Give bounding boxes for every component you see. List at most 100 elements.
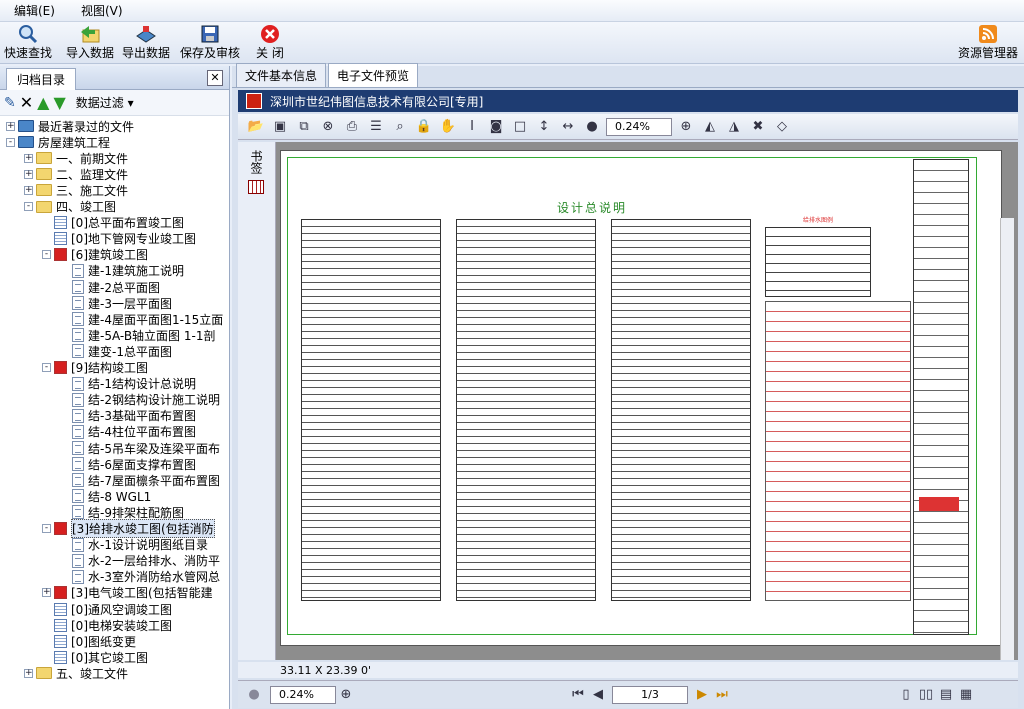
quick-search-button[interactable]: 快速查找 [4, 24, 52, 61]
tree-item[interactable]: 建-3一层平面图 [60, 295, 172, 311]
close-button[interactable]: 关 闭 [256, 24, 284, 61]
tree-item[interactable]: 建-4屋面平面图1-15立面 [60, 311, 223, 327]
expand-toggle-icon[interactable]: - [42, 363, 51, 372]
expand-toggle-icon[interactable]: - [42, 250, 51, 260]
tree-item[interactable]: [0]图纸变更 [42, 633, 136, 649]
tree-item[interactable]: 结-4柱位平面布置图 [60, 424, 196, 440]
facing-icon[interactable]: ▦ [956, 686, 976, 704]
single-page-icon[interactable]: ▯ [896, 686, 916, 704]
tree-item[interactable]: - [3]给排水竣工图(包括消防 [42, 519, 215, 538]
last-page-icon[interactable]: ⏭ [712, 686, 732, 704]
expand-toggle-icon[interactable]: + [24, 169, 33, 179]
rotate-left-icon[interactable]: ◭ [700, 118, 720, 136]
lock-icon[interactable]: 🔒 [414, 118, 434, 136]
text-select-icon[interactable]: I [462, 118, 482, 136]
bookmark-label[interactable]: 书签 [248, 150, 265, 174]
find-icon[interactable]: ⌕ [390, 118, 410, 136]
tree-item[interactable]: + [3]电气竣工图(包括智能建 [42, 585, 213, 601]
snapshot-icon[interactable]: ◙ [486, 118, 506, 136]
expand-toggle-icon[interactable]: + [42, 588, 51, 598]
copy-icon[interactable]: ⧉ [294, 118, 314, 136]
expand-toggle-icon[interactable]: + [6, 121, 15, 131]
tree-item[interactable]: 水-3室外消防给水管网总 [60, 569, 220, 585]
tree-item[interactable]: [0]其它竣工图 [42, 649, 148, 665]
tab-file-info[interactable]: 文件基本信息 [236, 63, 327, 87]
zoom-in-icon[interactable]: ⊕ [676, 118, 696, 136]
tree-item[interactable]: 结-1结构设计总说明 [60, 376, 196, 392]
tree-item[interactable]: - [9]结构竣工图 [42, 360, 148, 376]
tree-item[interactable]: 建-5A-B轴立面图 1-1剖 [60, 327, 215, 343]
pages-icon[interactable] [248, 180, 264, 194]
expand-toggle-icon[interactable]: - [6, 137, 15, 147]
tree-item[interactable]: + 二、监理文件 [24, 166, 128, 182]
tree-item[interactable]: 结-9排架柱配筋图 [60, 504, 184, 520]
tree-item[interactable]: 结-3基础平面布置图 [60, 408, 196, 424]
print-icon[interactable]: ⎙ [342, 118, 362, 136]
expand-toggle-icon[interactable]: - [24, 202, 33, 211]
fit-page-icon[interactable]: □ [510, 118, 530, 136]
tools-icon[interactable]: ✖ [748, 118, 768, 136]
two-page-icon[interactable]: ▯▯ [916, 686, 936, 704]
tab-archive-directory[interactable]: 归档目录 [6, 68, 77, 90]
first-page-icon[interactable]: ⏮ [568, 686, 588, 704]
drawing-canvas[interactable]: 设计总说明 给排水图例 [276, 142, 1018, 660]
save-review-button[interactable]: 保存及审核 [180, 24, 240, 61]
zoom-field[interactable]: 0.24% [606, 117, 672, 136]
tree-item[interactable]: 建-1建筑施工说明 [60, 263, 184, 279]
settings-icon[interactable]: ◇ [772, 118, 792, 136]
bottom-zoom-field[interactable]: 0.24% [270, 685, 336, 704]
tree-item[interactable]: [0]总平面布置竣工图 [42, 215, 184, 231]
page-field[interactable]: 1/3 [612, 685, 688, 704]
expand-toggle-icon[interactable]: - [42, 524, 51, 533]
tree-item[interactable]: 水-1设计说明图纸目录 [60, 537, 208, 553]
arrow-down-icon[interactable]: ▼ [53, 93, 65, 112]
fit-width-icon[interactable]: ↔ [558, 118, 578, 136]
import-button[interactable]: 导入数据 [66, 24, 114, 61]
expand-toggle-icon[interactable]: + [24, 185, 33, 195]
tree-item[interactable]: [0]地下管网专业竣工图 [42, 231, 196, 247]
hand-icon[interactable]: ✋ [438, 118, 458, 136]
save-icon[interactable]: ▣ [270, 118, 290, 136]
continuous-icon[interactable]: ▤ [936, 686, 956, 704]
edit-icon[interactable]: ✎ [4, 95, 16, 111]
folder-icon [36, 184, 52, 197]
vertical-scrollbar[interactable] [1000, 218, 1014, 660]
tree-item[interactable]: [0]通风空调竣工图 [42, 601, 172, 617]
viewer-nav-bar: ● 0.24% ⊕ ⏮ ◀ 1/3 ▶ ⏭ ▯ ▯▯ ▤ ▦ [238, 680, 1018, 708]
tree-item[interactable]: + 三、施工文件 [24, 182, 128, 198]
expand-toggle-icon[interactable]: + [24, 153, 33, 163]
delete-icon[interactable]: ✕ [20, 93, 33, 112]
tree-item[interactable]: 结-5吊车梁及连梁平面布 [60, 440, 220, 456]
tree-item[interactable]: - 四、竣工图 [24, 199, 116, 215]
tree-item[interactable]: 结-6屋面支撑布置图 [60, 456, 196, 472]
tree-item[interactable]: - [6]建筑竣工图 [42, 247, 148, 263]
prev-page-icon[interactable]: ◀ [588, 686, 608, 704]
zoom-in-icon[interactable]: ⊕ [336, 686, 356, 704]
menu-view[interactable]: 视图(V) [81, 2, 123, 19]
rotate-right-icon[interactable]: ◮ [724, 118, 744, 136]
resource-manager-button[interactable]: 资源管理器 [958, 24, 1018, 61]
open-icon[interactable]: 📂 [246, 118, 266, 136]
expand-toggle-icon[interactable]: + [24, 668, 33, 678]
tree-item[interactable]: 建变-1总平面图 [60, 343, 172, 359]
arrow-up-icon[interactable]: ▲ [37, 93, 49, 112]
tree-item[interactable]: - 房屋建筑工程 [6, 134, 110, 150]
fit-height-icon[interactable]: ↕ [534, 118, 554, 136]
export-button[interactable]: 导出数据 [122, 24, 170, 61]
tree-item[interactable]: + 最近著录过的文件 [6, 118, 134, 134]
tree-item[interactable]: 结-2钢结构设计施工说明 [60, 392, 220, 408]
tree-item[interactable]: + 五、竣工文件 [24, 665, 128, 681]
menu-edit[interactable]: 编辑(E) [14, 2, 55, 19]
cancel-icon[interactable]: ⊗ [318, 118, 338, 136]
tree-item[interactable]: 结-8 WGL1 [60, 488, 151, 504]
next-page-icon[interactable]: ▶ [692, 686, 712, 704]
properties-icon[interactable]: ☰ [366, 118, 386, 136]
tab-file-preview[interactable]: 电子文件预览 [328, 63, 419, 87]
tree-item[interactable]: 结-7屋面檩条平面布置图 [60, 472, 220, 488]
data-filter-dropdown[interactable]: 数据过滤 ▾ [76, 94, 134, 111]
tree-item[interactable]: [0]电梯安装竣工图 [42, 617, 172, 633]
tree-item[interactable]: 建-2总平面图 [60, 279, 160, 295]
tree-item[interactable]: 水-2一层给排水、消防平 [60, 553, 220, 569]
panel-close-button[interactable]: ✕ [207, 69, 223, 86]
tree-item[interactable]: + 一、前期文件 [24, 150, 128, 166]
